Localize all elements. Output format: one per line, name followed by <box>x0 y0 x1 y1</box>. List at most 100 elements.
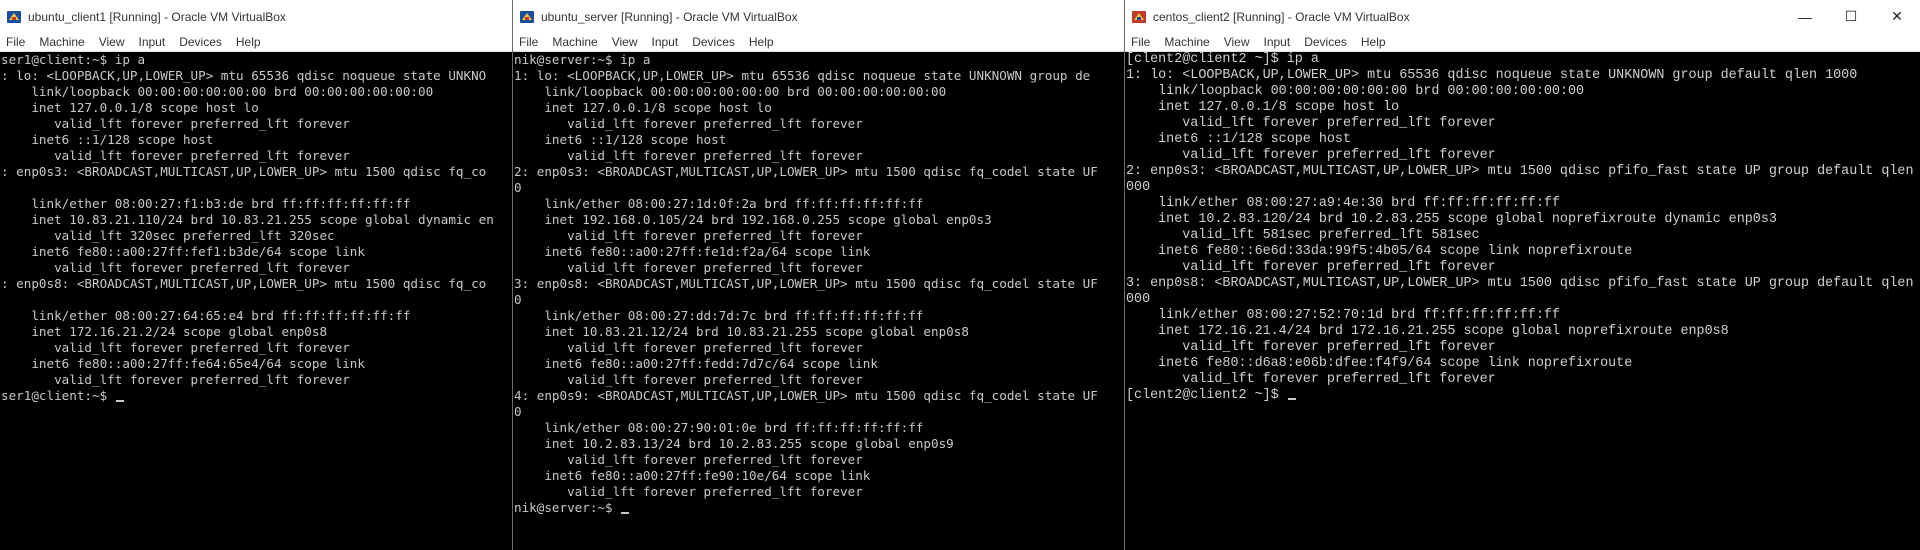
terminal-text: inet6 fe80::6e6d:33da:99f5:4b05/64 scope… <box>1126 244 1633 259</box>
vm-window-ubuntu-client1[interactable]: ubuntu_client1 [Running] - Oracle VM Vir… <box>0 0 513 550</box>
virtualbox-logo-icon <box>1132 10 1146 23</box>
terminal-text: valid_lft forever preferred_lft forever <box>514 116 863 131</box>
terminal-line: inet6 ::1/128 scope host <box>514 132 1125 148</box>
terminal-line: : enp0s8: <BROADCAST,MULTICAST,UP,LOWER_… <box>1 276 513 292</box>
terminal-line: : lo: <LOOPBACK,UP,LOWER_UP> mtu 65536 q… <box>1 68 513 84</box>
terminal-line: nik@server:~$ <box>514 500 1125 516</box>
terminal-text: inet 10.2.83.13/24 brd 10.2.83.255 scope… <box>514 436 954 451</box>
terminal-cursor <box>1287 398 1296 400</box>
terminal-text: valid_lft forever preferred_lft forever <box>514 484 863 499</box>
terminal-text: 2: enp0s3: <BROADCAST,MULTICAST,UP,LOWER… <box>1126 164 1920 179</box>
menu-machine[interactable]: Machine <box>546 35 605 49</box>
terminal-text: inet6 ::1/128 scope host <box>1 132 214 147</box>
terminal-line: inet6 ::1/128 scope host <box>1126 132 1920 148</box>
terminal-text: valid_lft forever preferred_lft forever <box>1 372 350 387</box>
terminal-text: 3: enp0s8: <BROADCAST,MULTICAST,UP,LOWER… <box>514 276 1098 291</box>
menu-machine[interactable]: Machine <box>1158 35 1217 49</box>
terminal-line: nik@server:~$ ip a <box>514 52 1125 68</box>
menu-input[interactable]: Input <box>1258 35 1299 49</box>
terminal-line: valid_lft forever preferred_lft forever <box>514 116 1125 132</box>
terminal-line: link/ether 08:00:27:64:65:e4 brd ff:ff:f… <box>1 308 513 324</box>
terminal-line: inet 172.16.21.2/24 scope global enp0s8 <box>1 324 513 340</box>
close-icon[interactable]: ✕ <box>1874 0 1920 33</box>
menu-view[interactable]: View <box>606 35 646 49</box>
menu-file[interactable]: File <box>0 35 33 49</box>
menu-help[interactable]: Help <box>1355 35 1394 49</box>
menu-input[interactable]: Input <box>133 35 174 49</box>
menu-view[interactable]: View <box>93 35 133 49</box>
menu-input[interactable]: Input <box>646 35 687 49</box>
terminal-text: valid_lft forever preferred_lft forever <box>1126 116 1496 131</box>
terminal-line: link/ether 08:00:27:dd:7d:7c brd ff:ff:f… <box>514 308 1125 324</box>
menu-help[interactable]: Help <box>230 35 269 49</box>
menu-bar: File Machine View Input Devices Help <box>0 33 513 52</box>
terminal-text: inet 172.16.21.2/24 scope global enp0s8 <box>1 324 328 339</box>
virtualbox-logo-icon <box>7 10 21 23</box>
menu-devices[interactable]: Devices <box>686 35 743 49</box>
menu-bar: File Machine View Input Devices Help <box>1125 33 1920 52</box>
virtualbox-logo-icon <box>520 10 534 23</box>
terminal-screen[interactable]: [clent2@client2 ~]$ ip a 1: lo: <LOOPBACK… <box>1125 52 1920 550</box>
terminal-text: 0 <box>514 404 522 419</box>
menu-machine[interactable]: Machine <box>33 35 92 49</box>
terminal-line: inet 127.0.0.1/8 scope host lo <box>514 100 1125 116</box>
terminal-text: inet6 fe80::a00:27ff:fe90:10e/64 scope l… <box>514 468 871 483</box>
terminal-text: valid_lft forever preferred_lft forever <box>514 452 863 467</box>
terminal-line: valid_lft forever preferred_lft forever <box>514 228 1125 244</box>
terminal-line: valid_lft forever preferred_lft forever <box>1126 372 1920 388</box>
terminal-text: inet6 ::1/128 scope host <box>1126 132 1351 147</box>
menu-file[interactable]: File <box>1125 35 1158 49</box>
terminal-line: 1: lo: <LOOPBACK,UP,LOWER_UP> mtu 65536 … <box>1126 68 1920 84</box>
terminal-text: inet6 fe80::a00:27ff:fe1d:f2a/64 scope l… <box>514 244 871 259</box>
terminal-line: inet6 fe80::d6a8:e06b:dfee:f4f9/64 scope… <box>1126 356 1920 372</box>
terminal-line: valid_lft forever preferred_lft forever <box>1 260 513 276</box>
title-bar[interactable]: ubuntu_client1 [Running] - Oracle VM Vir… <box>0 0 513 33</box>
terminal-text: 000 <box>1126 180 1151 195</box>
minimize-icon[interactable]: — <box>1782 0 1828 33</box>
terminal-line: 2: enp0s3: <BROADCAST,MULTICAST,UP,LOWER… <box>1126 164 1920 180</box>
terminal-text: valid_lft forever preferred_lft forever <box>1126 340 1496 355</box>
terminal-line: link/loopback 00:00:00:00:00:00 brd 00:0… <box>514 84 1125 100</box>
terminal-text: inet 10.83.21.110/24 brd 10.83.21.255 sc… <box>1 212 494 227</box>
menu-view[interactable]: View <box>1218 35 1258 49</box>
title-bar[interactable]: ubuntu_server [Running] - Oracle VM Virt… <box>513 0 1125 33</box>
window-title: centos_client2 [Running] - Oracle VM Vir… <box>1153 9 1410 24</box>
terminal-text: link/ether 08:00:27:90:01:0e brd ff:ff:f… <box>514 420 924 435</box>
terminal-line: 000 <box>1126 292 1920 308</box>
terminal-cursor <box>115 400 124 402</box>
terminal-text: 1: lo: <LOOPBACK,UP,LOWER_UP> mtu 65536 … <box>514 68 1091 83</box>
terminal-text: valid_lft forever preferred_lft forever <box>514 228 863 243</box>
terminal-line: link/loopback 00:00:00:00:00:00 brd 00:0… <box>1126 84 1920 100</box>
terminal-line: inet6 fe80::a00:27ff:fe90:10e/64 scope l… <box>514 468 1125 484</box>
terminal-line: valid_lft forever preferred_lft forever <box>514 452 1125 468</box>
vm-window-ubuntu-server[interactable]: ubuntu_server [Running] - Oracle VM Virt… <box>512 0 1125 550</box>
title-bar[interactable]: centos_client2 [Running] - Oracle VM Vir… <box>1125 0 1920 33</box>
menu-devices[interactable]: Devices <box>1298 35 1355 49</box>
terminal-cursor <box>621 512 630 514</box>
terminal-line: ser1@client:~$ <box>1 388 513 404</box>
terminal-line: inet 10.2.83.13/24 brd 10.2.83.255 scope… <box>514 436 1125 452</box>
terminal-line: 3: enp0s8: <BROADCAST,MULTICAST,UP,LOWER… <box>1126 276 1920 292</box>
terminal-line: valid_lft forever preferred_lft forever <box>514 260 1125 276</box>
terminal-text: 3: enp0s8: <BROADCAST,MULTICAST,UP,LOWER… <box>1126 276 1920 291</box>
menu-file[interactable]: File <box>513 35 546 49</box>
terminal-line: valid_lft forever preferred_lft forever <box>1126 260 1920 276</box>
terminal-line: inet 172.16.21.4/24 brd 172.16.21.255 sc… <box>1126 324 1920 340</box>
terminal-line: valid_lft forever preferred_lft forever <box>1 116 513 132</box>
vm-window-centos-client2[interactable]: centos_client2 [Running] - Oracle VM Vir… <box>1124 0 1920 550</box>
terminal-screen[interactable]: nik@server:~$ ip a 1: lo: <LOOPBACK,UP,LO… <box>513 52 1125 550</box>
terminal-line: [clent2@client2 ~]$ <box>1126 388 1920 404</box>
terminal-text: inet 172.16.21.4/24 brd 172.16.21.255 sc… <box>1126 324 1729 339</box>
terminal-text: valid_lft forever preferred_lft forever <box>1 340 350 355</box>
window-controls: — ☐ ✕ <box>1782 0 1920 33</box>
window-title: ubuntu_server [Running] - Oracle VM Virt… <box>541 9 798 24</box>
terminal-text: valid_lft forever preferred_lft forever <box>1 260 350 275</box>
terminal-text: inet6 fe80::a00:27ff:fedd:7d7c/64 scope … <box>514 356 878 371</box>
terminal-screen[interactable]: ser1@client:~$ ip a: lo: <LOOPBACK,UP,LO… <box>0 52 513 550</box>
terminal-line: link/ether 08:00:27:52:70:1d brd ff:ff:f… <box>1126 308 1920 324</box>
menu-help[interactable]: Help <box>743 35 782 49</box>
maximize-icon[interactable]: ☐ <box>1828 0 1874 33</box>
menu-devices[interactable]: Devices <box>173 35 230 49</box>
